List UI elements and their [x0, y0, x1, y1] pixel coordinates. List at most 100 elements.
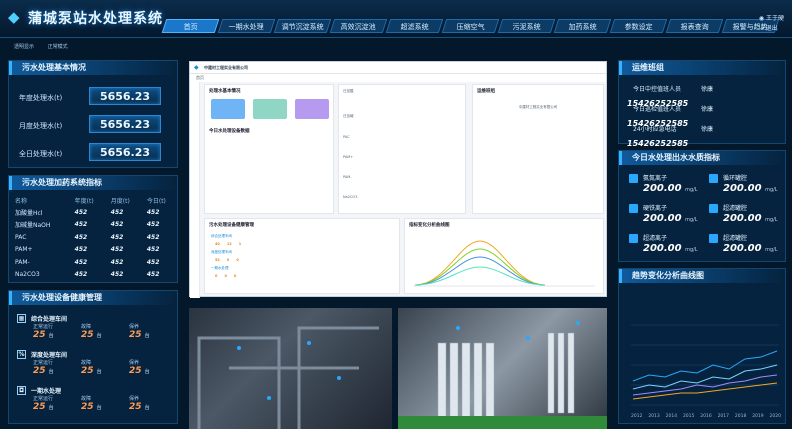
daily-label: 全日处理水(t) [19, 150, 63, 158]
pipe-illustration [197, 326, 379, 429]
col-month: 月度(t) [110, 197, 130, 205]
table-row: PAM- 452 452 452 [15, 258, 160, 266]
monthly-value: 5656.23 [89, 115, 161, 133]
annual-value: 5656.23 [89, 87, 161, 105]
user-icon: ◉ [758, 15, 766, 22]
equip-group-name: 一期水处理 [31, 387, 62, 395]
table-row: PAM+ 452 452 452 [15, 246, 160, 254]
table-row: 加碱量NaOH 452 452 452 [15, 221, 160, 230]
overlay-sidebar [190, 82, 200, 298]
trend-chart [631, 324, 779, 406]
overlay-stat-box [295, 99, 329, 119]
panel-quality: 今日水处理出水水质指标 氨氮离子 200.00 mg/L 循环罐腔 200.00 m… [618, 150, 786, 262]
mode-transparent[interactable]: 透明显示 [14, 44, 34, 50]
floor [398, 416, 607, 429]
dosing-table: 名称 年度(t) 月度(t) 今日(t) 加酸量Hcl 452 452 452 加碱量NaO… [9, 194, 177, 281]
user-name[interactable]: ◉ 王于硬 [759, 14, 784, 24]
series-line [632, 350, 778, 382]
nav-item-sludge[interactable]: 污泥系统 [497, 19, 556, 33]
indicator-icon [629, 234, 638, 243]
workshop-icon: ▦ [17, 313, 26, 323]
panel-basic-title: 污水处理基本情况 [9, 61, 177, 75]
mode-normal[interactable]: 正常模式 [48, 44, 68, 50]
quality-indicator: 超滤罐腔 200.00 mg/L [709, 201, 785, 227]
nav-item-phase1[interactable]: 一期水处理 [217, 19, 276, 33]
overlay-card-equipment: 污水处理设备健康管理 综合处理车间 40 12 1 深度处理车间 52 0 0 … [204, 218, 400, 294]
nav-item-dosing[interactable]: 加药系统 [553, 19, 612, 33]
panel-quality-title: 今日水处理出水水质指标 [619, 151, 785, 165]
top-header: ◆ 蒲城泵站水处理系统 首页 一期水处理 调节沉淀系统 高效沉淀池 超滤系统 压… [0, 0, 792, 38]
equip-group-name: 综合处理车间 [31, 315, 68, 323]
user-area: ◉ 王于硬 ⇥ 退出 [759, 14, 784, 34]
nav-item-sedimentation[interactable]: 高效沉淀池 [329, 19, 388, 33]
panel-duty: 运维班组 今日中控值班人员 徐康15426252585 今日巡检值班人员 徐康154… [618, 60, 786, 148]
nav-item-compressed-air[interactable]: 压缩空气 [441, 19, 500, 33]
trend-x-ticks: 2012 2013 2014 2015 2016 2017 2018 2019 2020 [631, 414, 781, 419]
overlay-card-metrics: 日加酸 日加碱 PAC PAM+ PAM- Na2CO3 [338, 84, 466, 214]
indicator-icon [629, 174, 638, 183]
duty-row: 今日巡检值班人员 徐康15426252585 [627, 106, 714, 128]
panel-trend: 趋势变化分析曲线图 2012 2013 2014 2015 2016 2017 2018 20… [618, 268, 786, 424]
logout-button[interactable]: ⇥ 退出 [759, 24, 784, 34]
indicator-icon [709, 204, 718, 213]
overlay-breadcrumb[interactable]: 首页 [190, 74, 606, 82]
overlay-card-team: 运维班组 中建材工程实业有限公司 [472, 84, 604, 214]
plant-photo-right [398, 308, 607, 429]
quality-indicator: 超滤离子 200.00 mg/L [629, 231, 705, 257]
duty-row: 24小时应急电话 徐康15426252585 [627, 126, 714, 148]
nav-item-regulation[interactable]: 调节沉淀系统 [273, 19, 332, 33]
panel-equipment: 污水处理设备健康管理 ▦ 综合处理车间 正常运行 25 台故障 25 台保养 25 台 … [8, 290, 178, 424]
overlay-card-basic: 处理水基本情况 今日水处理设备数据 [204, 84, 334, 214]
overlay-card-chart: 指标变化分析曲线图 [404, 218, 604, 294]
membrane-rack-illustration [398, 321, 607, 429]
dashboard-root: ◆ 蒲城泵站水处理系统 首页 一期水处理 调节沉淀系统 高效沉淀池 超滤系统 压… [0, 0, 792, 429]
center-overlay-screen: ◆ 中建材工程实业有限公司 首页 处理水基本情况 今日水处理设备数据 日加酸 日… [189, 61, 607, 298]
equip-group-2: % 深度处理车间 正常运行 25 台故障 25 台保养 25 台 [17, 349, 150, 376]
series-line [414, 266, 546, 286]
col-year: 年度(t) [74, 197, 94, 205]
series-line [414, 240, 546, 286]
overlay-stat-box [253, 99, 287, 119]
equip-group-name: 深度处理车间 [31, 351, 68, 359]
equip-group-3: ◘ 一期水处理 正常运行 25 台故障 25 台保养 25 台 [17, 385, 150, 412]
overlay-company: 中建材工程实业有限公司 [204, 65, 248, 70]
quality-indicator: 循环罐腔 200.00 mg/L [709, 171, 785, 197]
table-row: Na2CO3 452 452 452 [15, 271, 160, 279]
nav-item-home[interactable]: 首页 [161, 19, 220, 33]
panel-dosing-title: 污水处理加药系统指标 [9, 176, 177, 190]
duty-row: 今日中控值班人员 徐康15426252585 [627, 86, 714, 108]
app-title: 蒲城泵站水处理系统 [28, 11, 163, 27]
overlay-peak-chart [413, 240, 595, 287]
panel-duty-title: 运维班组 [619, 61, 785, 75]
nav-item-reports[interactable]: 报表查询 [665, 19, 724, 33]
plant-photo-left [189, 308, 392, 429]
panel-trend-title: 趋势变化分析曲线图 [619, 269, 785, 283]
main-nav: 首页 一期水处理 调节沉淀系统 高效沉淀池 超滤系统 压缩空气 污泥系统 加药系… [161, 19, 780, 33]
table-row: 加酸量Hcl 452 452 452 [15, 209, 160, 218]
series-line [414, 256, 546, 286]
mode-switch: 透明显示 正常模式 [14, 43, 80, 50]
quality-indicator: 超滤罐腔 200.00 mg/L [709, 231, 785, 257]
overlay-topbar: ◆ 中建材工程实业有限公司 [190, 62, 606, 74]
panel-dosing: 污水处理加药系统指标 名称 年度(t) 月度(t) 今日(t) 加酸量Hcl 452 45… [8, 175, 178, 283]
panel-basic: 污水处理基本情况 年度处理水(t) 5656.23 月度处理水(t) 5656.… [8, 60, 178, 168]
nav-item-ultrafiltration[interactable]: 超滤系统 [385, 19, 444, 33]
quality-indicator: 硬铁离子 200.00 mg/L [629, 201, 705, 227]
indicator-icon [709, 174, 718, 183]
tank-icon: ◘ [17, 385, 26, 395]
daily-value: 5656.23 [89, 143, 161, 161]
panel-equipment-title: 污水处理设备健康管理 [9, 291, 177, 305]
monthly-label: 月度处理水(t) [19, 122, 63, 130]
col-today: 今日(t) [146, 197, 166, 205]
logo-icon: ◆ [8, 8, 20, 26]
overlay-logo-icon: ◆ [194, 64, 199, 71]
indicator-icon [629, 204, 638, 213]
equip-group-1: ▦ 综合处理车间 正常运行 25 台故障 25 台保养 25 台 [17, 313, 150, 340]
logout-icon: ⇥ [758, 25, 766, 32]
indicator-icon [709, 234, 718, 243]
table-row: PAC 452 452 452 [15, 233, 160, 241]
annual-label: 年度处理水(t) [19, 94, 63, 102]
overlay-stat-box [211, 99, 245, 119]
nav-item-params[interactable]: 参数设定 [609, 19, 668, 33]
percent-icon: % [17, 349, 26, 359]
